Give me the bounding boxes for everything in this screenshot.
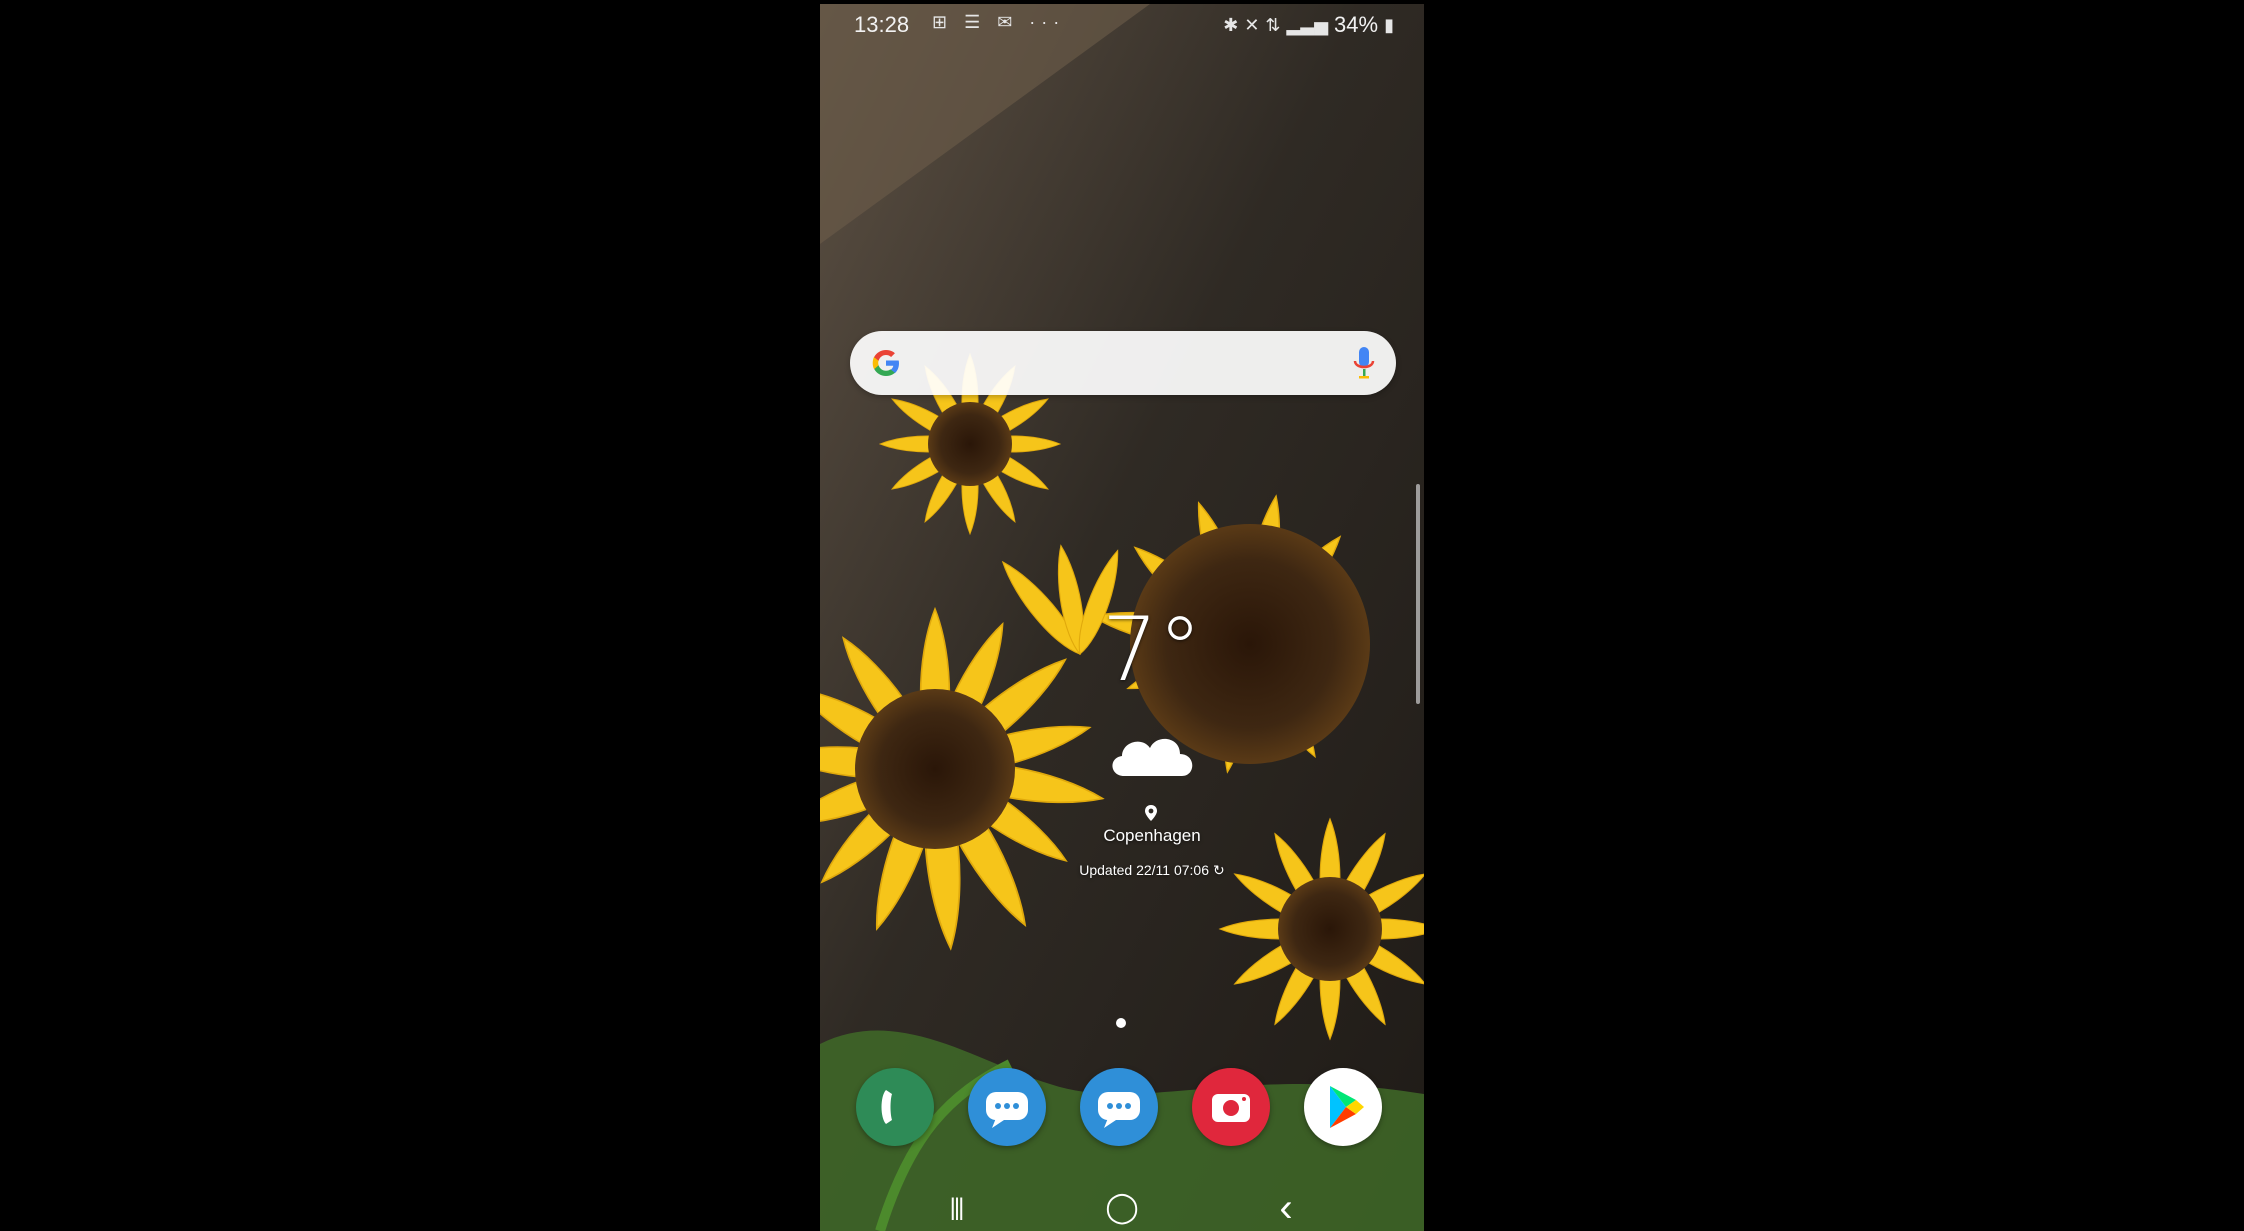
notification-icons: ⊞ ☰ ✉ ··· <box>932 12 1066 32</box>
status-right-group: ✱ ✕ ⇅ ▂▃▅ 34% ▮ <box>1223 12 1394 38</box>
weather-temperature: 7° <box>1102 598 1202 701</box>
weather-location: Copenhagen <box>1103 826 1201 845</box>
weather-updated-text: Updated 22/11 07:06 <box>1079 862 1209 878</box>
phone-app-icon[interactable] <box>856 1068 934 1146</box>
google-logo-icon <box>872 350 899 376</box>
4g-icon: ⇅ <box>1265 14 1281 35</box>
phone-screen: 13:28 ⊞ ☰ ✉ ··· ✱ ✕ ⇅ ▂▃▅ 34% ▮ 7° Copen… <box>820 4 1424 1231</box>
camera-app-icon[interactable] <box>1192 1068 1270 1146</box>
refresh-icon[interactable]: ↻ <box>1213 862 1225 878</box>
weather-updated: Updated 22/11 07:06 ↻ <box>1032 862 1272 879</box>
mic-icon[interactable] <box>1352 345 1376 381</box>
phone-icon <box>881 1090 892 1124</box>
messages-app-icon[interactable] <box>968 1068 1046 1146</box>
recents-button[interactable]: ||| <box>926 1190 986 1226</box>
app-dock <box>856 1068 1396 1150</box>
status-time: 13:28 <box>854 12 910 37</box>
signal-icon: ▂▃▅ <box>1286 14 1329 35</box>
play-store-icon <box>1330 1086 1364 1128</box>
weather-widget[interactable]: 7° Copenhagen Updated 22/11 07:06 ↻ <box>1052 606 1272 906</box>
status-bar: 13:28 ⊞ ☰ ✉ ··· ✱ ✕ ⇅ ▂▃▅ 34% ▮ <box>820 4 1424 48</box>
play-store-app-icon[interactable] <box>1304 1068 1382 1146</box>
home-page-indicator <box>1116 1018 1126 1028</box>
location-pin-icon <box>1145 805 1157 821</box>
chat-icon <box>1098 1092 1140 1128</box>
cloud-icon <box>1112 738 1193 776</box>
back-button[interactable]: ‹ <box>1256 1188 1316 1228</box>
battery-percent: 34% <box>1334 12 1379 37</box>
home-button[interactable]: ◯ <box>1092 1190 1152 1226</box>
chat-icon <box>986 1092 1028 1128</box>
mute-icon: ✕ <box>1244 14 1260 35</box>
navigation-bar: ||| ◯ ‹ <box>820 1184 1424 1231</box>
google-search-bar[interactable] <box>850 331 1396 395</box>
battery-icon: ▮ <box>1384 14 1394 35</box>
camera-icon <box>1212 1094 1250 1122</box>
messages-app-icon-2[interactable] <box>1080 1068 1158 1146</box>
bluetooth-icon: ✱ <box>1223 14 1239 35</box>
